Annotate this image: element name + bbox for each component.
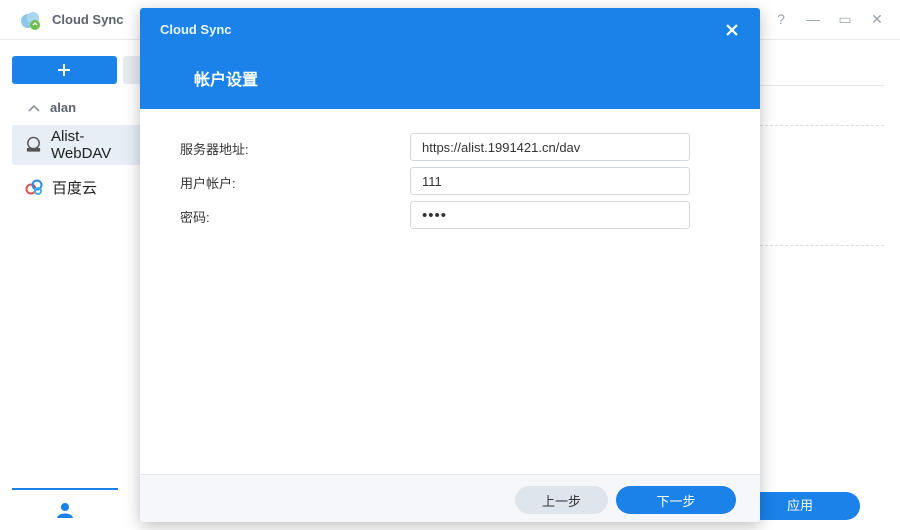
sidebar-user-tab[interactable]	[12, 488, 118, 530]
dialog-header: Cloud Sync 帐户设置	[140, 8, 760, 109]
password-row: 密码:	[180, 201, 740, 229]
cloud-sync-logo-icon	[21, 12, 40, 30]
previous-button[interactable]: 上一步	[515, 486, 608, 514]
password-label: 密码:	[180, 210, 210, 225]
sidebar-item-label: 百度云	[52, 179, 98, 197]
sidebar-item-label: Alist-WebDAV	[51, 128, 112, 162]
divider	[760, 125, 884, 126]
username-label: 用户帐户:	[180, 176, 236, 191]
close-window-icon[interactable]: ✕	[868, 10, 886, 28]
divider	[760, 245, 884, 246]
divider	[760, 85, 884, 86]
sidebar-item-baidu[interactable]: 百度云	[12, 167, 140, 207]
window-controls: ? — ▭ ✕	[772, 10, 886, 28]
dialog-app-title: Cloud Sync	[160, 22, 232, 37]
apply-label: 应用	[786, 498, 813, 513]
baidu-cloud-icon	[25, 179, 43, 195]
help-icon[interactable]: ?	[772, 10, 790, 28]
username-row: 用户帐户:	[180, 167, 740, 195]
dialog-footer: 上一步 下一步	[140, 474, 760, 522]
plus-icon	[58, 64, 70, 76]
password-input[interactable]	[410, 201, 690, 229]
add-connection-button[interactable]	[12, 56, 117, 84]
dialog-heading: 帐户设置	[194, 72, 259, 89]
sidebar-item-alist-webdav[interactable]: Alist-WebDAV	[12, 125, 140, 165]
chevron-up-icon	[28, 104, 40, 112]
close-icon[interactable]	[722, 20, 742, 40]
account-settings-dialog: Cloud Sync 帐户设置 服务器地址: 用户帐户: 密码: 上一步 下一步	[140, 8, 760, 522]
webdav-icon	[26, 136, 41, 152]
username-input[interactable]	[410, 167, 690, 195]
server-address-input[interactable]	[410, 133, 690, 161]
server-address-label: 服务器地址:	[180, 142, 249, 157]
next-button[interactable]: 下一步	[616, 486, 736, 514]
user-icon	[57, 503, 73, 518]
maximize-icon[interactable]: ▭	[836, 10, 854, 28]
minimize-icon[interactable]: —	[804, 10, 822, 28]
server-address-row: 服务器地址:	[180, 133, 740, 161]
sidebar: alan Alist-WebDAV 百度云	[0, 40, 143, 530]
account-group[interactable]: alan	[28, 100, 76, 115]
account-group-label: alan	[50, 100, 77, 115]
app-title: Cloud Sync	[52, 12, 124, 27]
